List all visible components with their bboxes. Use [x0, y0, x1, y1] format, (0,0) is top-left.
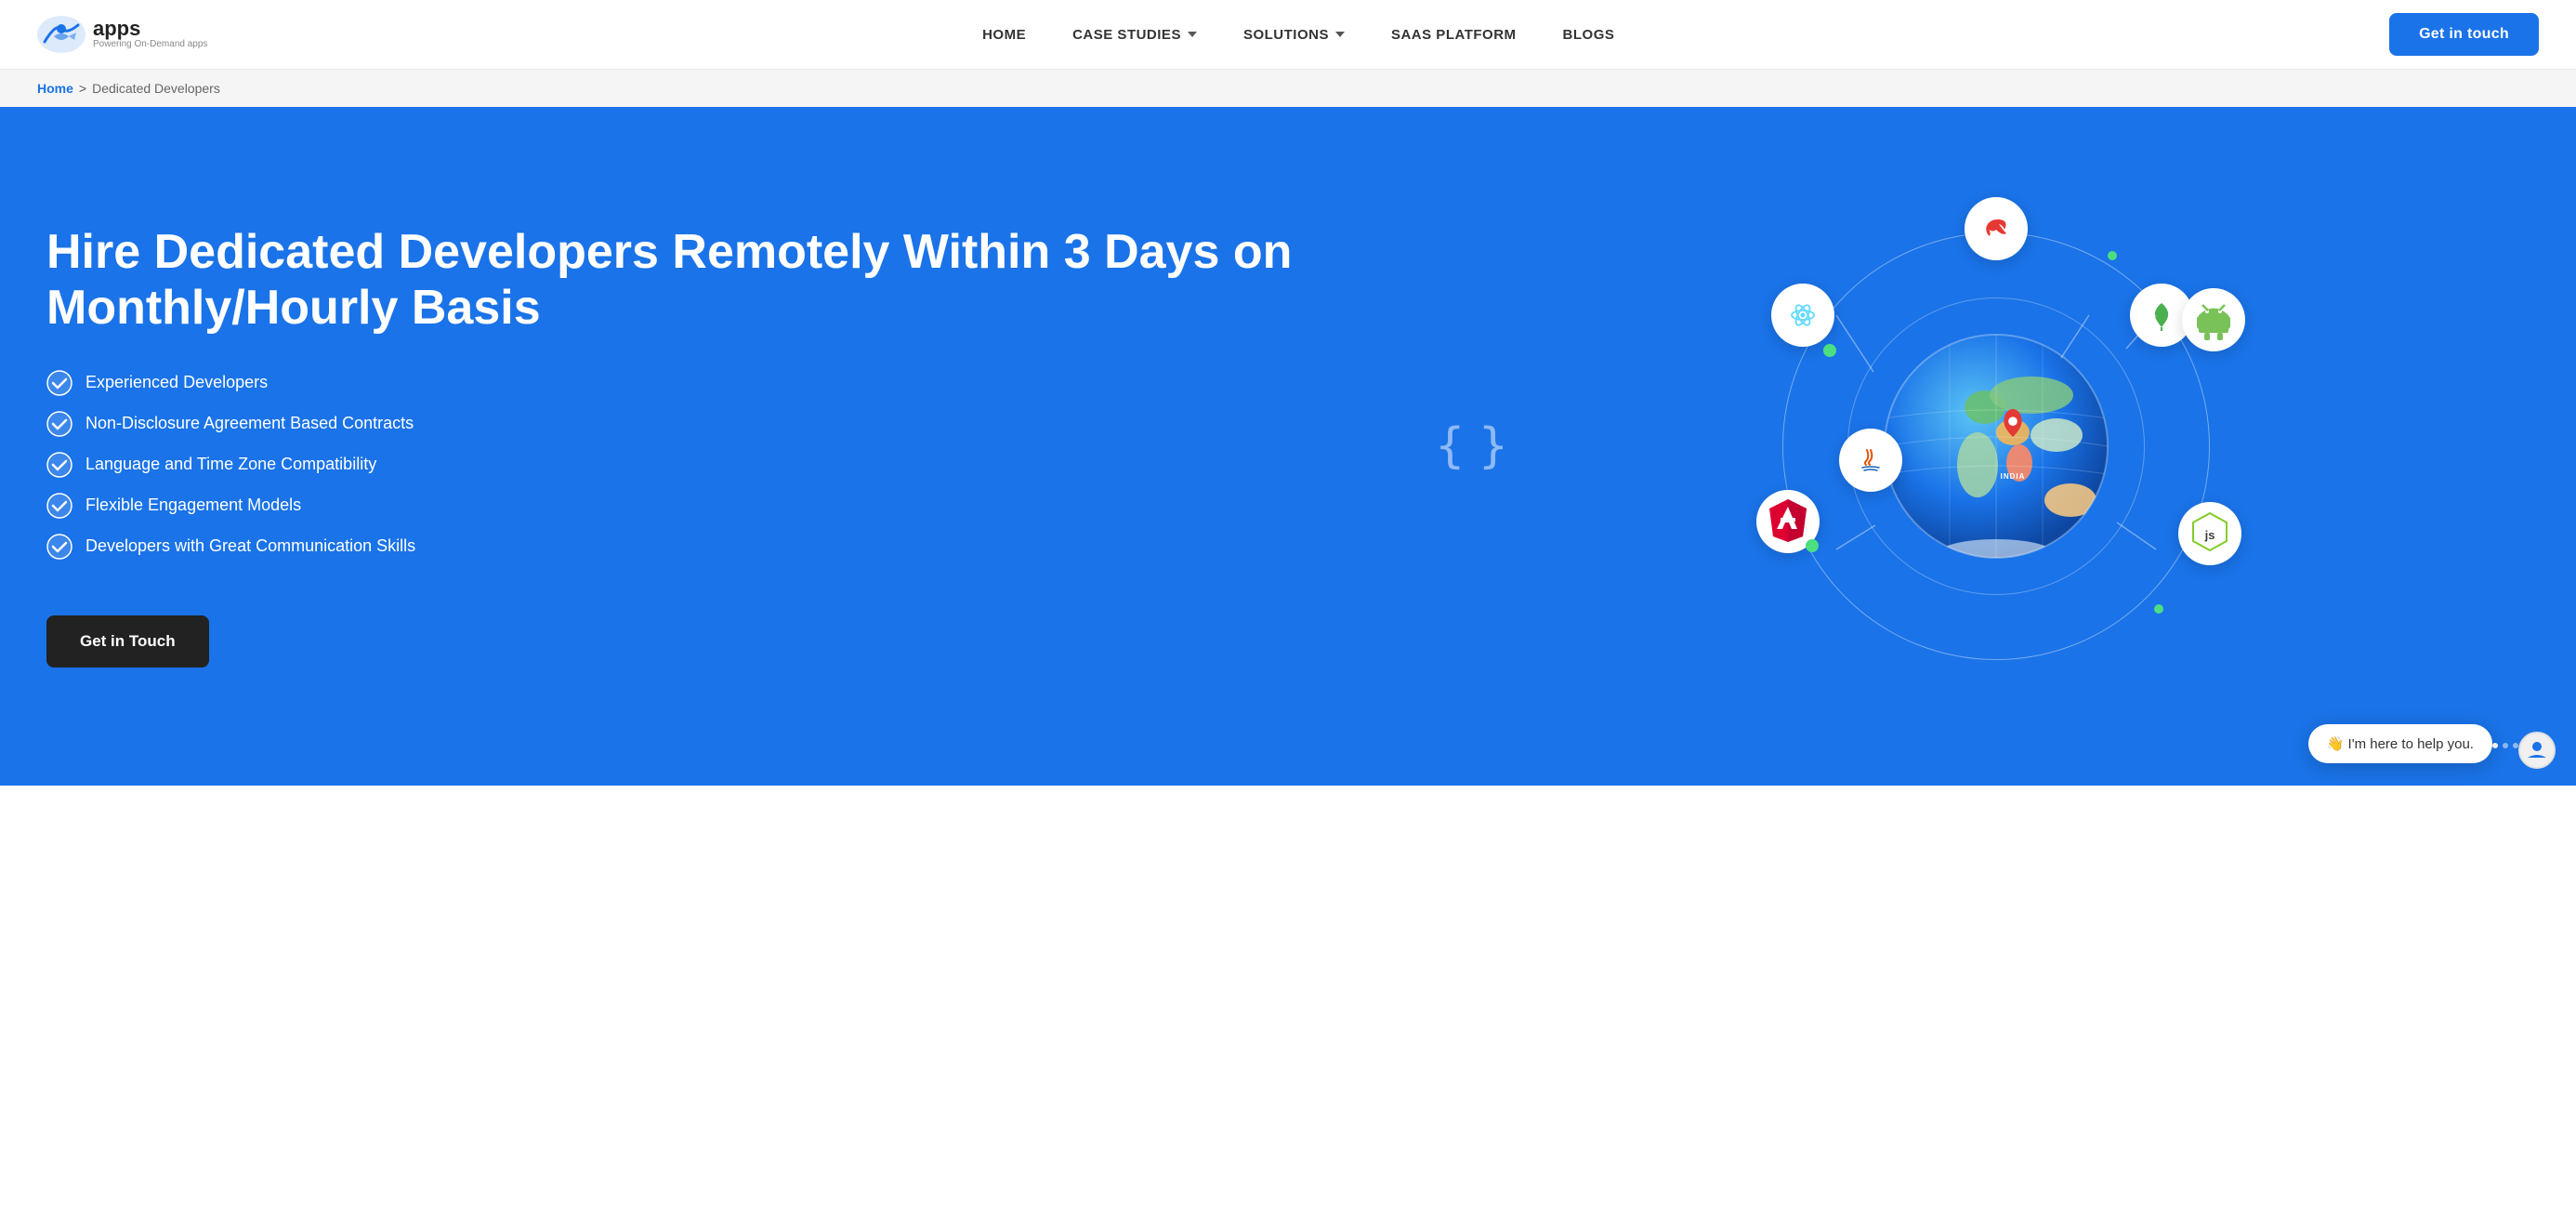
tech-java-icon: [1839, 429, 1902, 492]
check-icon: [46, 534, 72, 560]
svg-text:INDIA: INDIA: [2001, 472, 2026, 481]
nav-link-blogs[interactable]: BLOGS: [1563, 27, 1615, 43]
tech-swift-icon: [1965, 197, 2028, 260]
check-icon: [46, 452, 72, 478]
breadcrumb-separator: >: [79, 81, 86, 96]
logo-brand-name: apps: [93, 19, 207, 39]
nav-links: HOME CASE STUDIES SOLUTIONS SAAS PLATFOR…: [982, 27, 1614, 43]
chat-widget[interactable]: 👋 I'm here to help you.: [2308, 724, 2492, 763]
svg-text:js: js: [2204, 528, 2215, 542]
feature-item-5: Developers with Great Communication Skil…: [46, 534, 1380, 560]
breadcrumb: Home > Dedicated Developers: [0, 70, 2576, 107]
chevron-down-icon: [1335, 32, 1345, 37]
nav-dot-1[interactable]: [2492, 743, 2498, 748]
tech-nodejs-icon: js: [2178, 502, 2241, 565]
nav-dot-2[interactable]: [2503, 743, 2508, 748]
nav-link-home[interactable]: HOME: [982, 27, 1026, 43]
feature-item-4: Flexible Engagement Models: [46, 493, 1380, 519]
decoration-dot-4: [2154, 604, 2163, 614]
check-icon: [46, 411, 72, 437]
nav-item-saas-platform[interactable]: SAAS PLATFORM: [1391, 27, 1517, 43]
logo-tagline: Powering On-Demand apps: [93, 39, 207, 50]
nav-link-solutions[interactable]: SOLUTIONS: [1243, 27, 1345, 43]
globe-container: INDIA: [1755, 186, 2238, 707]
nav-item-blogs[interactable]: BLOGS: [1563, 27, 1615, 43]
tech-android-icon: [2182, 288, 2245, 351]
hero-section: Hire Dedicated Developers Remotely Withi…: [0, 107, 2576, 786]
logo[interactable]: apps Powering On-Demand apps: [37, 16, 207, 53]
nav-link-case-studies[interactable]: CASE STUDIES: [1072, 27, 1197, 43]
curly-bracket-icon: { }: [1436, 422, 1501, 470]
navbar: apps Powering On-Demand apps HOME CASE S…: [0, 0, 2576, 70]
logo-icon: [37, 16, 85, 53]
chevron-down-icon: [1188, 32, 1197, 37]
hero-globe-area: { }: [1417, 107, 2576, 786]
nav-cta-button[interactable]: Get in touch: [2389, 13, 2539, 56]
tech-react-icon: [1771, 284, 1834, 347]
nav-item-home[interactable]: HOME: [982, 27, 1026, 43]
nav-link-saas-platform[interactable]: SAAS PLATFORM: [1391, 27, 1517, 43]
check-icon: [46, 370, 72, 396]
globe-graphic: INDIA: [1875, 325, 2117, 567]
chat-widget-message: 👋 I'm here to help you.: [2327, 735, 2474, 752]
decoration-dot-3: [2108, 251, 2117, 260]
hero-features-list: Experienced Developers Non-Disclosure Ag…: [46, 370, 1380, 575]
logo-text: apps Powering On-Demand apps: [93, 19, 207, 50]
breadcrumb-home-link[interactable]: Home: [37, 81, 73, 96]
hero-cta-button[interactable]: Get in Touch: [46, 615, 209, 667]
check-icon: [46, 493, 72, 519]
chat-avatar[interactable]: [2518, 732, 2556, 769]
hero-content: Hire Dedicated Developers Remotely Withi…: [0, 107, 1417, 786]
hero-title: Hire Dedicated Developers Remotely Withi…: [46, 225, 1380, 337]
feature-item-3: Language and Time Zone Compatibility: [46, 452, 1380, 478]
feature-item-1: Experienced Developers: [46, 370, 1380, 396]
breadcrumb-current-page: Dedicated Developers: [92, 81, 220, 96]
nav-item-case-studies[interactable]: CASE STUDIES: [1072, 27, 1197, 43]
feature-item-2: Non-Disclosure Agreement Based Contracts: [46, 411, 1380, 437]
nav-item-solutions[interactable]: SOLUTIONS: [1243, 27, 1345, 43]
